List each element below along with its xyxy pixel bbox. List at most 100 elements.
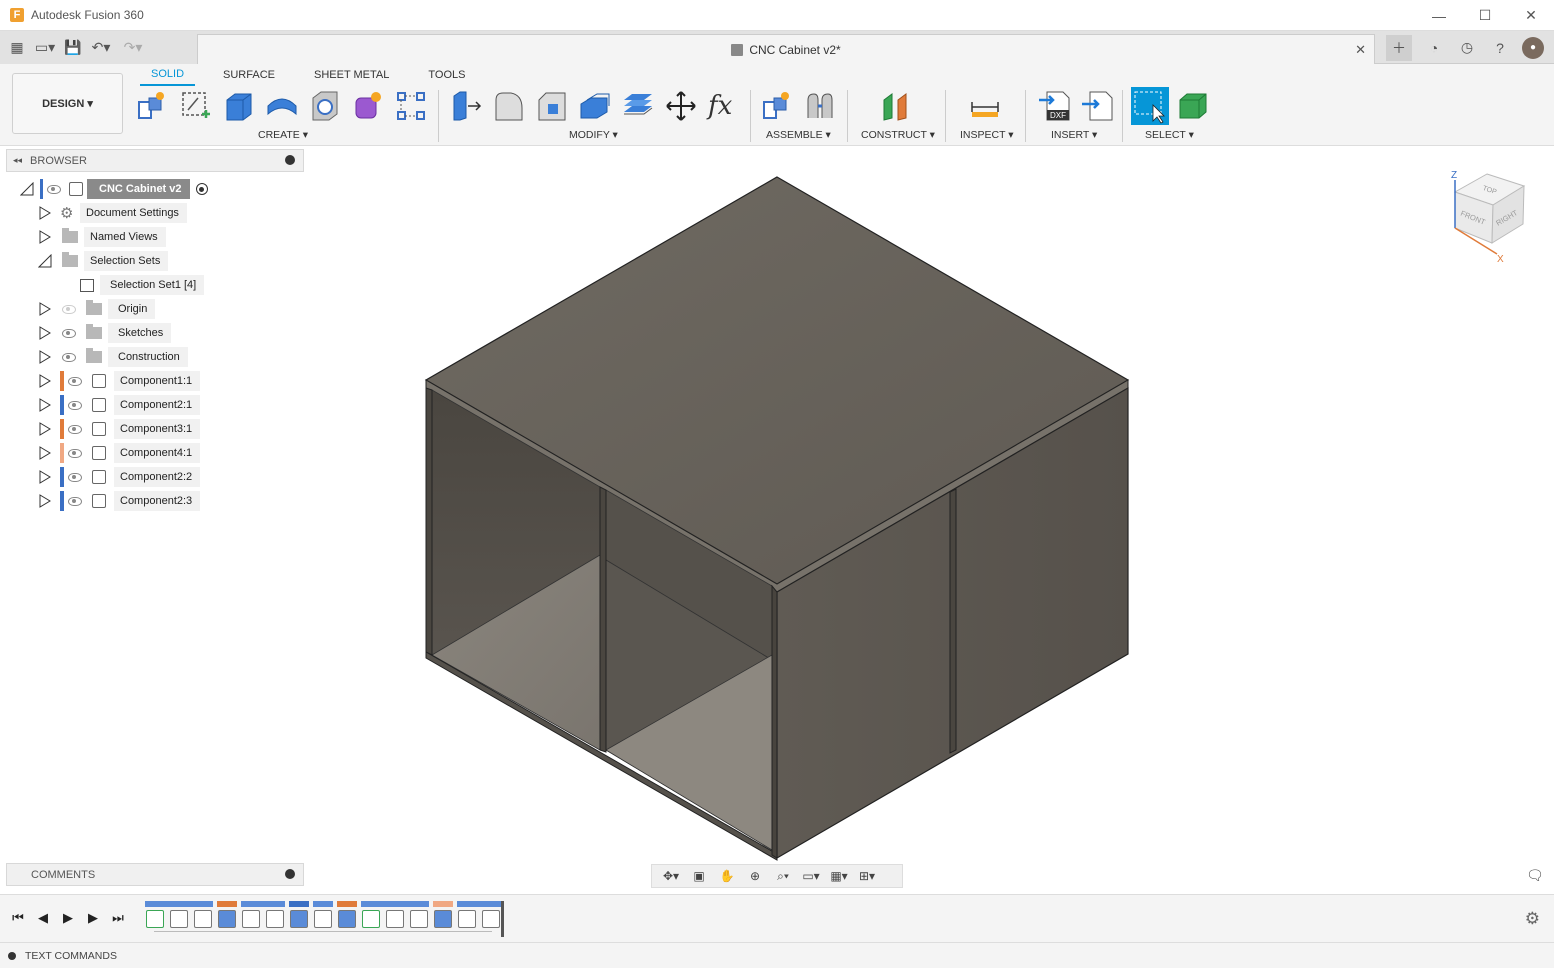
look-at-icon[interactable]: ▣ [688, 867, 710, 885]
step-forward-icon[interactable]: ▶ [84, 909, 102, 927]
timeline-feature[interactable] [266, 910, 284, 928]
save-icon[interactable]: 💾 [62, 37, 84, 59]
grid-settings-icon[interactable]: ▦▾ [828, 867, 850, 885]
activate-radio-icon[interactable] [195, 183, 208, 195]
collapsed-triangle-icon[interactable] [38, 446, 52, 460]
document-tab[interactable]: CNC Cabinet v2* ✕ [197, 34, 1375, 64]
zoom-icon[interactable]: ⊕ [744, 867, 766, 885]
visibility-eye-icon[interactable] [47, 184, 61, 194]
create-sketch-icon[interactable] [180, 90, 212, 122]
visibility-eye-icon[interactable] [68, 472, 82, 482]
modify-group-label[interactable]: MODIFY ▾ [569, 129, 618, 141]
timeline-feature[interactable] [146, 910, 164, 928]
new-component-icon[interactable] [136, 90, 168, 122]
tree-item-component2-3[interactable]: Component2:3 [38, 490, 201, 512]
timeline-feature[interactable] [362, 910, 380, 928]
tree-item-named-views[interactable]: Named Views [38, 226, 166, 248]
derive-icon[interactable] [395, 90, 427, 122]
timeline-feature[interactable] [434, 910, 452, 928]
tree-item-component1-1[interactable]: Component1:1 [38, 370, 201, 392]
select-window-icon[interactable] [1131, 87, 1169, 125]
close-tab-icon[interactable]: ✕ [1355, 42, 1366, 58]
change-parameters-fx-icon[interactable]: fx [708, 90, 740, 122]
tree-item-component2-2[interactable]: Component2:2 [38, 466, 201, 488]
collapsed-triangle-icon[interactable] [38, 398, 52, 412]
pan-hand-icon[interactable]: ✋ [716, 867, 738, 885]
text-commands-expand-icon[interactable] [8, 951, 16, 960]
tree-item-document-settings[interactable]: ⚙ Document Settings [38, 202, 187, 224]
press-pull-icon[interactable] [450, 90, 482, 122]
fillet-icon[interactable] [493, 90, 525, 122]
collapsed-triangle-icon[interactable] [38, 230, 52, 244]
go-to-start-icon[interactable]: ⏮ [9, 909, 27, 927]
timeline-feature[interactable] [242, 910, 260, 928]
collapsed-triangle-icon[interactable] [38, 374, 52, 388]
redo-icon[interactable]: ↷▾ [118, 37, 148, 59]
minimize-button[interactable]: — [1416, 0, 1462, 31]
collapsed-triangle-icon[interactable] [38, 470, 52, 484]
combine-icon[interactable] [622, 90, 654, 122]
tree-item-selection-sets[interactable]: Selection Sets [38, 250, 169, 272]
timeline-settings-gear-icon[interactable]: ⚙ [1525, 909, 1540, 929]
timeline-feature[interactable] [290, 910, 308, 928]
timeline-feature[interactable] [410, 910, 428, 928]
collapsed-triangle-icon[interactable] [38, 350, 52, 364]
expanded-triangle-icon[interactable] [38, 254, 52, 268]
root-component-label[interactable]: CNC Cabinet v2 [87, 179, 190, 199]
tree-item-selection-set1[interactable]: Selection Set1 [4] [80, 274, 205, 296]
collapsed-triangle-icon[interactable] [38, 206, 52, 220]
new-component-assemble-icon[interactable] [761, 90, 793, 122]
measure-icon[interactable] [969, 90, 1001, 122]
shell-icon[interactable] [579, 90, 611, 122]
user-avatar[interactable]: ● [1522, 36, 1544, 59]
collapsed-triangle-icon[interactable] [38, 422, 52, 436]
timeline-feature[interactable] [194, 910, 212, 928]
timeline-feature[interactable] [314, 910, 332, 928]
tree-item-sketches[interactable]: Sketches [38, 322, 172, 344]
display-settings-icon[interactable]: ▭▾ [800, 867, 822, 885]
tree-item-component2-1[interactable]: Component2:1 [38, 394, 201, 416]
collapsed-triangle-icon[interactable] [38, 326, 52, 340]
collapsed-triangle-icon[interactable] [38, 494, 52, 508]
visibility-eye-icon[interactable] [68, 376, 82, 386]
tree-item-origin[interactable]: Origin [38, 298, 156, 320]
timeline-marker[interactable] [501, 901, 504, 937]
3d-viewport[interactable]: TOP FRONT RIGHT Z X [305, 146, 1554, 894]
visibility-eye-icon[interactable] [62, 352, 76, 362]
inspect-group-label[interactable]: INSPECT ▾ [960, 129, 1014, 141]
job-status-clock-icon[interactable]: ◷ [1456, 37, 1478, 59]
offset-plane-icon[interactable] [880, 90, 912, 122]
browser-options-icon[interactable] [285, 155, 295, 165]
tab-tools[interactable]: TOOLS [417, 64, 476, 86]
cabinet-model[interactable] [424, 176, 1130, 861]
help-icon[interactable]: ? [1489, 37, 1511, 59]
select-body-icon[interactable] [1177, 90, 1209, 122]
workspace-switcher[interactable]: DESIGN ▾ [12, 73, 123, 134]
collapsed-triangle-icon[interactable] [38, 302, 52, 316]
tab-solid[interactable]: SOLID [140, 64, 196, 86]
assemble-group-label[interactable]: ASSEMBLE ▾ [766, 129, 831, 141]
text-commands-bar[interactable]: TEXT COMMANDS [0, 942, 1554, 968]
create-group-label[interactable]: CREATE ▾ [258, 129, 308, 141]
orbit-icon[interactable]: ✥▾ [660, 867, 682, 885]
tree-item-component3-1[interactable]: Component3:1 [38, 418, 201, 440]
visibility-eye-icon[interactable] [68, 496, 82, 506]
construct-group-label[interactable]: CONSTRUCT ▾ [861, 129, 935, 141]
insert-dxf-icon[interactable]: DXF [1039, 90, 1071, 122]
select-group-label[interactable]: SELECT ▾ [1145, 129, 1194, 141]
visibility-eye-icon[interactable] [68, 424, 82, 434]
timeline-feature[interactable] [218, 910, 236, 928]
timeline-feature[interactable] [458, 910, 476, 928]
insert-group-label[interactable]: INSERT ▾ [1051, 129, 1097, 141]
extrude-icon[interactable] [223, 90, 255, 122]
hole-icon[interactable] [309, 90, 341, 122]
fit-icon[interactable]: ⌕▾ [772, 867, 794, 885]
visibility-eye-icon[interactable] [68, 400, 82, 410]
go-to-end-icon[interactable]: ⏭ [109, 909, 127, 927]
comment-bubble-icon[interactable]: 🗨 [1526, 867, 1544, 884]
play-icon[interactable]: ▶ [59, 909, 77, 927]
file-menu-icon[interactable]: ▭▾ [30, 37, 60, 59]
add-comment-icon[interactable] [285, 869, 295, 879]
expanded-triangle-icon[interactable] [20, 182, 34, 196]
browser-panel-header[interactable]: ◂◂ BROWSER [6, 149, 304, 172]
